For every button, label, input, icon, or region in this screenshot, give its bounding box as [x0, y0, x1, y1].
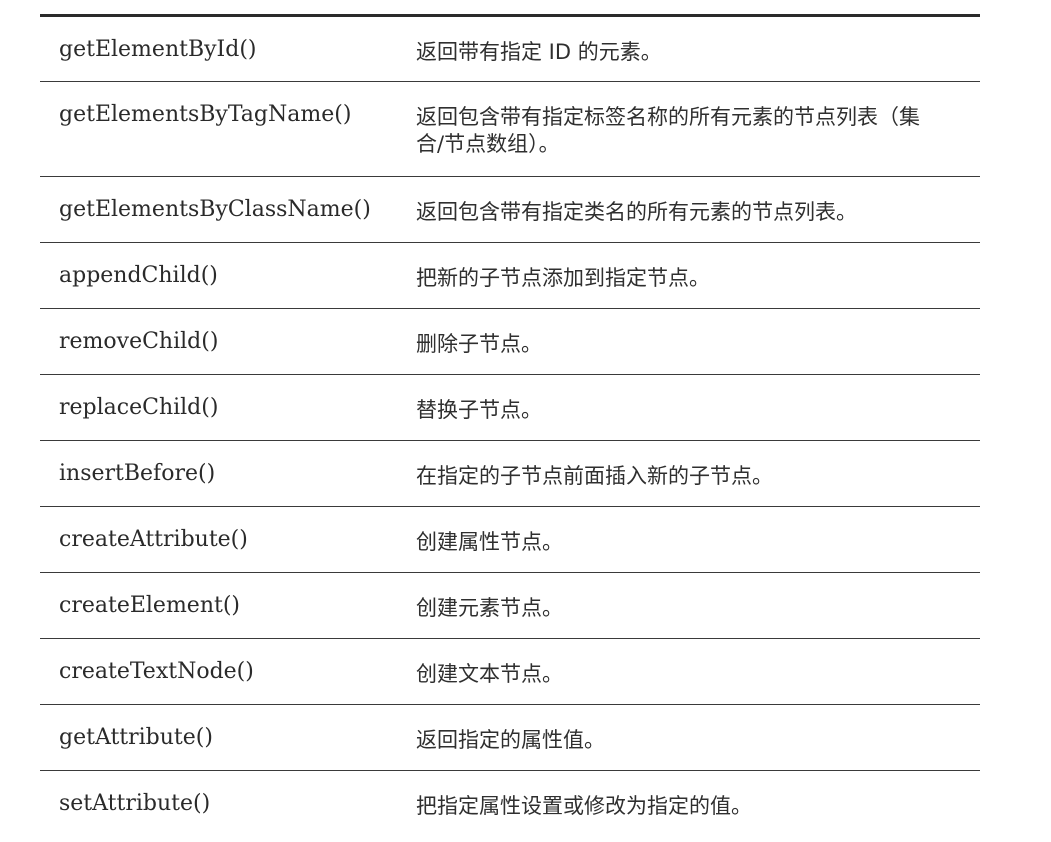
- method-description: 创建属性节点。: [416, 530, 563, 554]
- method-description: 返回带有指定 ID 的元素。: [416, 40, 662, 64]
- table-row: getElementsByTagName() 返回包含带有指定标签名称的所有元素…: [40, 82, 980, 177]
- method-name: createElement(): [59, 593, 241, 618]
- method-name: removeChild(): [59, 329, 219, 354]
- method-description: 返回指定的属性值。: [416, 728, 605, 752]
- method-name: setAttribute(): [59, 791, 211, 816]
- method-description: 返回包含带有指定类名的所有元素的节点列表。: [416, 200, 857, 224]
- method-name: getAttribute(): [59, 725, 213, 750]
- method-name: getElementsByClassName(): [59, 197, 371, 222]
- method-name: replaceChild(): [59, 395, 219, 420]
- table-row: getElementsByClassName() 返回包含带有指定类名的所有元素…: [40, 177, 980, 243]
- method-name: appendChild(): [59, 263, 218, 288]
- method-description: 替换子节点。: [416, 398, 542, 422]
- method-description: 把新的子节点添加到指定节点。: [416, 266, 710, 290]
- table-row: createAttribute() 创建属性节点。: [40, 507, 980, 573]
- table-row: getAttribute() 返回指定的属性值。: [40, 705, 980, 771]
- method-name: createTextNode(): [59, 659, 254, 684]
- table-row: removeChild() 删除子节点。: [40, 309, 980, 375]
- method-description: 创建文本节点。: [416, 662, 563, 686]
- method-description: 在指定的子节点前面插入新的子节点。: [416, 464, 773, 488]
- table-row: getElementById() 返回带有指定 ID 的元素。: [40, 15, 980, 82]
- table-row: replaceChild() 替换子节点。: [40, 375, 980, 441]
- method-name: getElementById(): [59, 37, 257, 62]
- dom-methods-table: getElementById() 返回带有指定 ID 的元素。 getEleme…: [40, 14, 980, 837]
- table-row: appendChild() 把新的子节点添加到指定节点。: [40, 243, 980, 309]
- table-row: createTextNode() 创建文本节点。: [40, 639, 980, 705]
- method-description: 把指定属性设置或修改为指定的值。: [416, 794, 752, 818]
- table-row: createElement() 创建元素节点。: [40, 573, 980, 639]
- table-row: setAttribute() 把指定属性设置或修改为指定的值。: [40, 771, 980, 837]
- method-description: 返回包含带有指定标签名称的所有元素的节点列表（集合/节点数组）。: [416, 105, 920, 156]
- table-row: insertBefore() 在指定的子节点前面插入新的子节点。: [40, 441, 980, 507]
- method-name: getElementsByTagName(): [59, 102, 352, 127]
- method-description: 删除子节点。: [416, 332, 542, 356]
- method-name: insertBefore(): [59, 461, 216, 486]
- method-name: createAttribute(): [59, 527, 248, 552]
- method-description: 创建元素节点。: [416, 596, 563, 620]
